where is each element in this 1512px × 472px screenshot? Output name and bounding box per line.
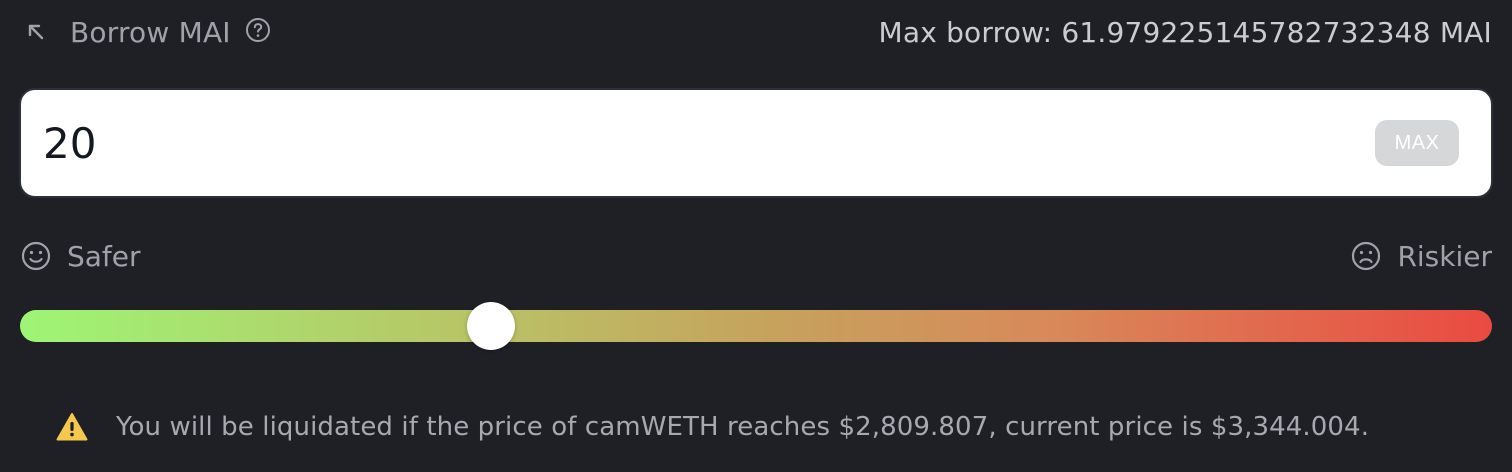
risk-labels: Safer Riskier (20, 232, 1492, 280)
riskier-group: Riskier (1350, 240, 1492, 273)
warning-triangle-icon (56, 412, 88, 442)
borrow-amount-field[interactable]: MAX (19, 88, 1493, 198)
risk-slider-thumb[interactable] (467, 302, 516, 350)
max-button[interactable]: MAX (1375, 120, 1459, 166)
safer-group: Safer (20, 240, 141, 273)
borrow-title-group: Borrow MAI (20, 16, 271, 49)
question-circle-icon[interactable] (245, 17, 271, 43)
risk-slider-track[interactable] (20, 310, 1492, 342)
riskier-label: Riskier (1397, 239, 1492, 273)
arrow-up-left-icon[interactable] (24, 20, 48, 44)
frown-icon (1350, 240, 1382, 272)
smile-icon (20, 240, 52, 272)
safer-label: Safer (67, 239, 141, 273)
page-title: Borrow MAI (70, 15, 231, 49)
max-borrow-text: Max borrow: 61.979225145782732348 MAI (878, 15, 1492, 49)
borrow-header: Borrow MAI Max borrow: 61.97922514578273… (20, 8, 1492, 56)
warning-text: You will be liquidated if the price of c… (116, 412, 1370, 442)
borrow-amount-input[interactable] (43, 118, 1375, 168)
liquidation-warning: You will be liquidated if the price of c… (56, 404, 1369, 450)
